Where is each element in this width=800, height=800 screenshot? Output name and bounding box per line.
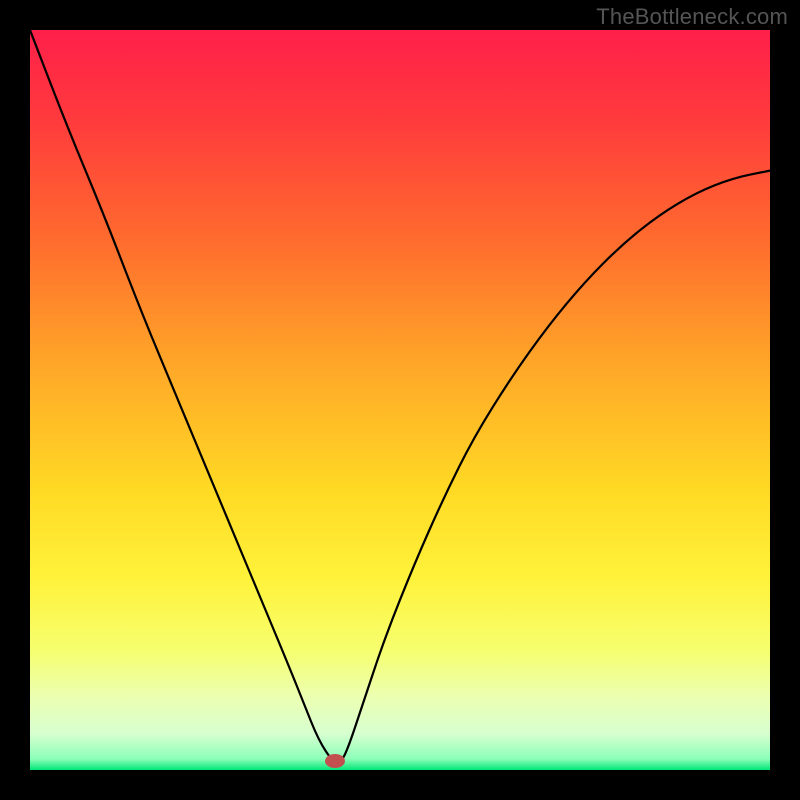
plot-background [30,30,770,770]
chart-frame: TheBottleneck.com [0,0,800,800]
bottleneck-plot [30,30,770,770]
watermark-text: TheBottleneck.com [596,4,788,30]
optimum-marker [325,754,345,768]
